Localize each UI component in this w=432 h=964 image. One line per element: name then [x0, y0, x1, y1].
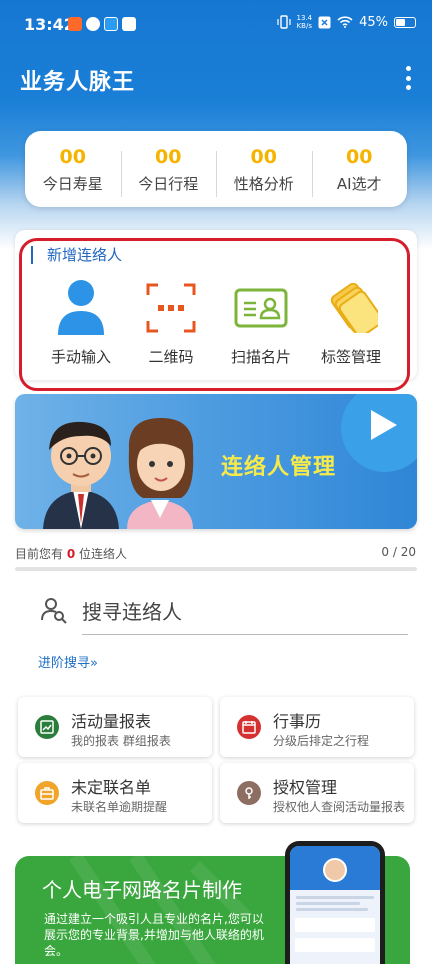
search-contacts-input[interactable]: 搜寻连络人	[82, 596, 182, 625]
battery-icon	[394, 16, 416, 28]
avatar	[323, 858, 347, 882]
stat-ai-talent[interactable]: 00 AI选才	[311, 145, 408, 197]
action-label: 手动输入	[50, 348, 111, 366]
feature-title: 行事历	[273, 712, 322, 731]
wifi-icon	[337, 16, 353, 28]
contact-progress-bar	[15, 567, 417, 571]
scan-card-button[interactable]: 扫描名片	[211, 278, 311, 367]
tags-icon	[330, 283, 378, 333]
contact-count-text: 目前您有 0 位连络人	[15, 545, 127, 562]
phone-mockup	[285, 841, 385, 964]
authorization-button[interactable]: 授权管理 授权他人查阅活动量报表	[220, 763, 414, 823]
app-notification-icon	[86, 17, 100, 31]
manual-entry-button[interactable]: 手动输入	[31, 278, 131, 367]
activity-report-button[interactable]: 活动量报表 我的报表 群组报表	[18, 697, 212, 757]
contact-management-banner[interactable]: 连络人管理	[15, 394, 417, 529]
contact-count-ratio: 0 / 20	[381, 545, 416, 559]
promo-description: 通过建立一个吸引人且专业的名片,您可以展示您的专业背景,并增加与他人联络的机会。	[44, 912, 264, 958]
stat-label: 性格分析	[233, 174, 294, 193]
stat-value: 00	[346, 145, 373, 168]
stat-personality[interactable]: 00 性格分析	[216, 145, 312, 197]
app-notification-icon	[68, 17, 82, 31]
business-people-illustration	[43, 418, 194, 529]
feature-title: 未定联名单	[71, 778, 152, 797]
feature-subtitle: 授权他人查阅活动量报表	[273, 800, 406, 814]
play-icon[interactable]	[341, 394, 417, 472]
stat-birthdays[interactable]: 00 今日寿星	[25, 145, 121, 194]
stat-value: 00	[155, 145, 182, 168]
contact-count-prefix: 目前您有	[15, 547, 64, 561]
feature-title: 授权管理	[273, 778, 338, 797]
advanced-search-link[interactable]: 进阶搜寻»	[38, 652, 98, 671]
mail-icon	[122, 17, 136, 31]
network-speed-unit: KB/s	[296, 22, 312, 30]
stat-schedule[interactable]: 00 今日行程	[120, 145, 217, 197]
promo-title: 个人电子网路名片制作	[42, 878, 242, 902]
more-menu-icon[interactable]	[402, 66, 414, 90]
person-icon	[58, 280, 104, 335]
id-card-icon	[234, 288, 288, 328]
status-bar: 13:42 13.4 KB/s 45%	[0, 0, 432, 50]
app-notification-icon	[104, 17, 118, 31]
stat-value: 00	[59, 145, 86, 168]
notification-icons	[68, 17, 136, 31]
stat-label: 今日行程	[138, 174, 199, 193]
stat-value: 00	[250, 145, 277, 168]
search-underline	[82, 634, 408, 635]
action-label: 标签管理	[320, 348, 381, 366]
feature-subtitle: 分级后排定之行程	[273, 734, 370, 748]
report-icon	[35, 715, 59, 739]
action-label: 二维码	[148, 348, 194, 366]
network-speed-value: 13.4	[296, 14, 313, 22]
feature-title: 活动量报表	[71, 712, 152, 731]
new-contact-heading: 新增连络人	[31, 246, 122, 264]
calendar-icon	[237, 715, 261, 739]
action-label: 扫描名片	[230, 348, 291, 366]
vibrate-icon	[276, 15, 291, 29]
stats-card: 00 今日寿星 00 今日行程 00 性格分析 00 AI选才	[25, 131, 407, 207]
calendar-button[interactable]: 行事历 分级后排定之行程	[220, 697, 414, 757]
battery-percent: 45%	[359, 14, 388, 30]
qr-scan-icon	[146, 283, 196, 333]
briefcase-icon	[35, 781, 59, 805]
contact-count-suffix: 位连络人	[79, 547, 128, 561]
stat-label: 今日寿星	[42, 174, 103, 193]
feature-subtitle: 我的报表 群组报表	[71, 734, 171, 748]
pending-list-button[interactable]: 未定联名单 未联名单逾期提醒	[18, 763, 212, 823]
contact-count-number: 0	[66, 547, 76, 561]
app-title: 业务人脉王	[20, 70, 136, 95]
banner-title: 连络人管理	[221, 455, 337, 480]
feature-subtitle: 未联名单逾期提醒	[71, 800, 168, 814]
network-speed: 13.4 KB/s	[297, 14, 313, 30]
sim-x-icon	[318, 16, 331, 28]
tag-management-button[interactable]: 标签管理	[301, 278, 401, 367]
person-search-icon	[41, 598, 67, 624]
qr-code-button[interactable]: 二维码	[121, 278, 221, 367]
key-icon	[237, 781, 261, 805]
stat-label: AI选才	[336, 174, 382, 193]
